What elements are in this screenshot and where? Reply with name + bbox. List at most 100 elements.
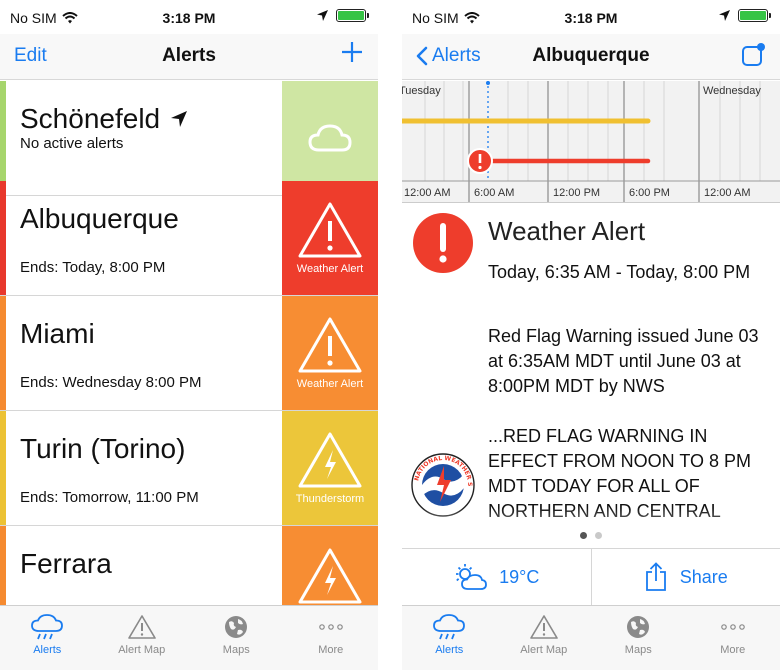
sun-cloud-icon bbox=[456, 564, 488, 590]
tab-label: Alerts bbox=[33, 644, 62, 656]
status-right bbox=[317, 9, 369, 22]
tab-alerts[interactable]: Alerts bbox=[0, 606, 95, 670]
time-tick-label: 6:00 AM bbox=[474, 187, 515, 199]
tab-label: Alert Map bbox=[520, 644, 568, 656]
location-arrow-icon bbox=[719, 10, 730, 21]
page-dot-active bbox=[580, 532, 587, 539]
weather-alert-tile[interactable]: Weather Alert bbox=[282, 181, 378, 295]
more-dots-icon bbox=[720, 624, 745, 630]
weather-tile[interactable] bbox=[282, 81, 378, 195]
battery-icon bbox=[336, 9, 369, 22]
navigation-bar: Edit Alerts bbox=[0, 34, 378, 80]
list-item-schonefeld[interactable]: Schönefeld No active alerts bbox=[0, 81, 378, 196]
alert-heading: Weather Alert bbox=[488, 216, 646, 246]
current-weather-button[interactable]: 19°C bbox=[402, 549, 591, 605]
location-name: Schönefeld bbox=[20, 103, 188, 135]
share-icon bbox=[645, 562, 666, 591]
alerts-list-screen: No SIM 3:18 PM Edit Alerts Schönefeld No… bbox=[0, 0, 378, 670]
status-right bbox=[719, 9, 771, 22]
status-bar: No SIM 3:18 PM bbox=[0, 0, 378, 34]
page-indicator[interactable] bbox=[402, 532, 780, 539]
temperature-label: 19°C bbox=[499, 566, 540, 587]
status-bar: No SIM 3:18 PM bbox=[402, 0, 780, 34]
lightning-triangle-icon bbox=[298, 548, 362, 603]
alert-summary: Red Flag Warning issued June 03 at 6:35A… bbox=[488, 326, 759, 396]
tab-alerts[interactable]: Alerts bbox=[402, 606, 497, 670]
page-dot bbox=[595, 532, 602, 539]
location-arrow-icon bbox=[171, 111, 188, 127]
add-location-button[interactable] bbox=[340, 40, 364, 69]
navigation-bar: Alerts Albuquerque bbox=[402, 34, 780, 80]
row-stripe bbox=[0, 411, 6, 525]
location-name: Turin (Torino) bbox=[20, 433, 186, 464]
city-label: Schönefeld bbox=[20, 103, 161, 134]
tab-alert-map[interactable]: Alert Map bbox=[497, 606, 592, 670]
thunderstorm-tile[interactable]: Thunderstorm bbox=[282, 411, 378, 525]
tab-bar: Alerts Alert Map Maps More bbox=[402, 605, 780, 670]
alert-period: Today, 6:35 AM - Today, 8:00 PM bbox=[488, 262, 751, 282]
time-tick-label: 12:00 AM bbox=[404, 187, 451, 199]
tab-maps[interactable]: Maps bbox=[591, 606, 686, 670]
alert-status: No active alerts bbox=[20, 135, 124, 152]
time-tick-label: 12:00 PM bbox=[553, 187, 601, 199]
location-name: Ferrara bbox=[20, 548, 112, 579]
tab-more[interactable]: More bbox=[284, 606, 379, 670]
alert-detail[interactable]: Weather Alert Today, 6:35 AM - Today, 8:… bbox=[402, 204, 780, 548]
row-stripe bbox=[0, 81, 6, 195]
storm-cloud-icon bbox=[31, 614, 64, 640]
tab-alert-map[interactable]: Alert Map bbox=[95, 606, 190, 670]
row-stripe bbox=[0, 181, 6, 295]
tab-bar: Alerts Alert Map Maps More bbox=[0, 605, 378, 670]
warning-triangle-icon bbox=[298, 317, 362, 373]
list-item-ferrara[interactable]: Ferrara bbox=[0, 526, 378, 605]
tab-label: Alerts bbox=[435, 644, 464, 656]
share-button[interactable]: Share bbox=[590, 549, 780, 605]
list-item-albuquerque[interactable]: Albuquerque Ends: Today, 8:00 PM Weather… bbox=[0, 181, 378, 296]
time-tick-label: 12:00 AM bbox=[704, 187, 751, 199]
warning-triangle-icon bbox=[298, 202, 362, 258]
tile-label: Weather Alert bbox=[296, 263, 364, 275]
plus-icon bbox=[342, 42, 362, 62]
tile-label: Thunderstorm bbox=[295, 493, 365, 505]
globe-icon bbox=[225, 616, 248, 638]
tab-more[interactable]: More bbox=[686, 606, 780, 670]
storm-cloud-icon bbox=[433, 614, 466, 640]
list-item-miami[interactable]: Miami Ends: Wednesday 8:00 PM Weather Al… bbox=[0, 296, 378, 411]
more-dots-icon bbox=[318, 624, 343, 630]
alert-detail-screen: No SIM 3:18 PM Alerts Albuquerque Tuesda… bbox=[402, 0, 780, 670]
battery-icon bbox=[738, 9, 771, 22]
page-title: Alerts bbox=[162, 45, 216, 66]
day-label: Wednesday bbox=[703, 85, 761, 97]
tab-label: Maps bbox=[222, 644, 250, 656]
tab-maps[interactable]: Maps bbox=[189, 606, 284, 670]
page-title: Albuquerque bbox=[532, 45, 650, 66]
row-stripe bbox=[0, 526, 6, 605]
location-name: Miami bbox=[20, 318, 95, 349]
warning-triangle-icon bbox=[529, 615, 558, 639]
compose-button[interactable] bbox=[740, 42, 766, 73]
location-name: Albuquerque bbox=[20, 203, 179, 234]
thunderstorm-tile[interactable] bbox=[282, 526, 378, 605]
tab-label: Alert Map bbox=[118, 644, 166, 656]
alert-exclamation-icon bbox=[413, 213, 473, 273]
compose-icon bbox=[742, 43, 765, 66]
globe-icon bbox=[627, 616, 650, 638]
text-fade bbox=[402, 508, 780, 548]
warning-triangle-icon bbox=[127, 615, 156, 639]
share-label: Share bbox=[679, 566, 728, 587]
list-item-turin[interactable]: Turin (Torino) Ends: Tomorrow, 11:00 PM … bbox=[0, 411, 378, 526]
alerts-list: Schönefeld No active alerts Albuquerque … bbox=[0, 81, 378, 605]
tile-label: Weather Alert bbox=[296, 378, 364, 390]
location-arrow-icon bbox=[317, 10, 328, 21]
tab-label: More bbox=[318, 644, 344, 656]
alert-end-time: Ends: Today, 8:00 PM bbox=[20, 259, 166, 276]
row-stripe bbox=[0, 296, 6, 410]
day-label: Tuesday bbox=[402, 85, 441, 97]
timeline-chart bbox=[402, 81, 780, 202]
lightning-triangle-icon bbox=[298, 432, 362, 488]
alert-end-time: Ends: Wednesday 8:00 PM bbox=[20, 374, 202, 391]
cloud-icon bbox=[308, 124, 352, 152]
alert-timeline[interactable]: Tuesday Wednesday 12:00 AM 6:00 AM 12:00… bbox=[402, 81, 780, 203]
action-bar: 19°C Share bbox=[402, 548, 780, 605]
weather-alert-tile[interactable]: Weather Alert bbox=[282, 296, 378, 410]
